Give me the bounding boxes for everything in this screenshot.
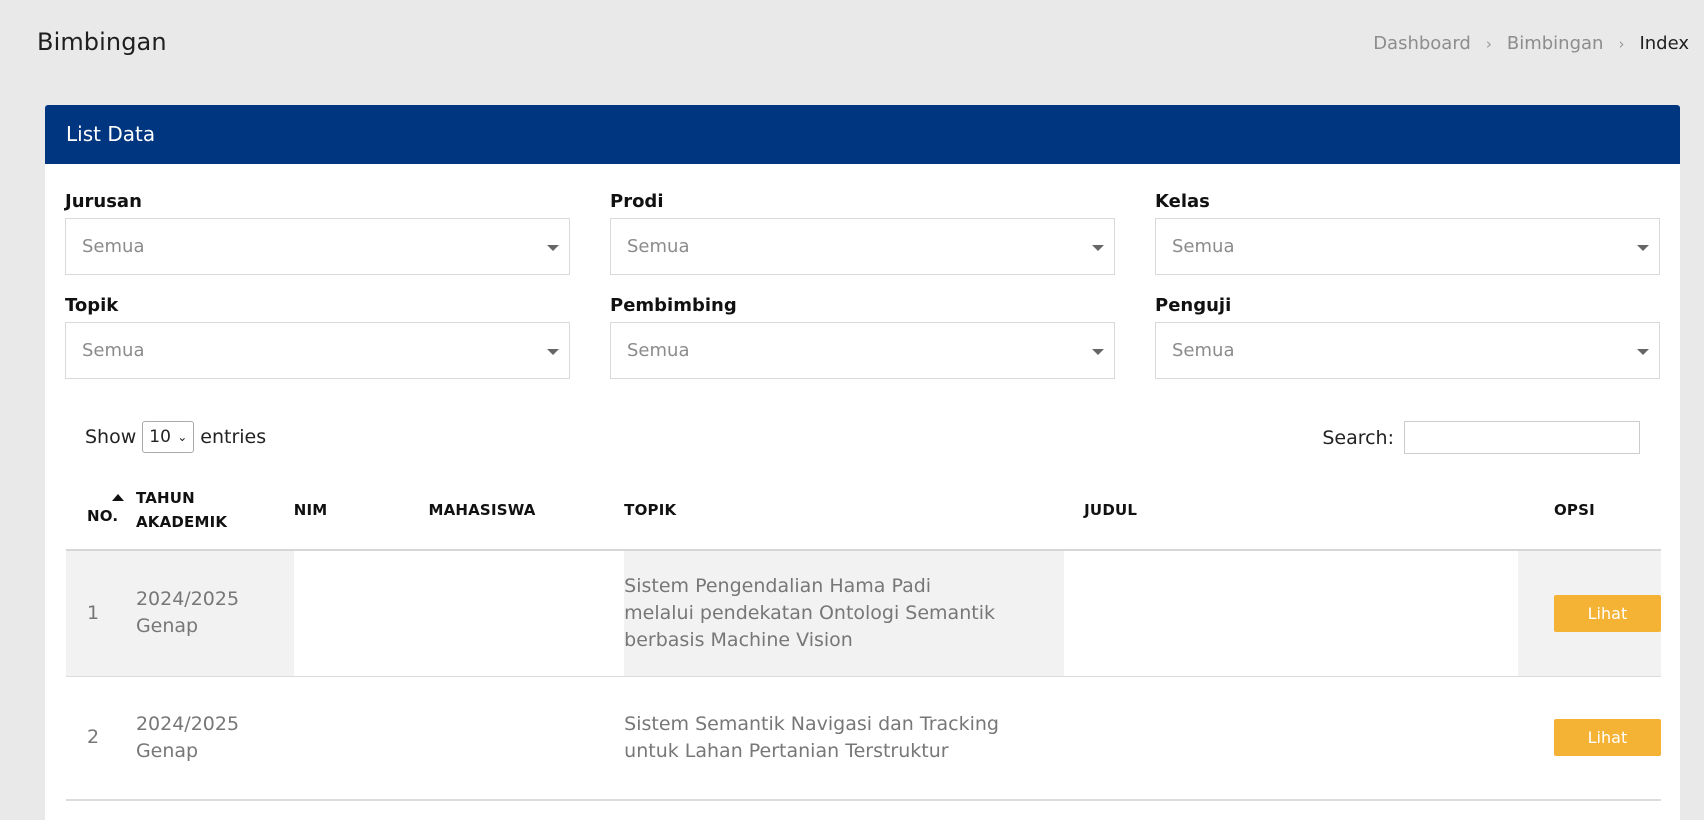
- entries-value: 10: [149, 427, 171, 447]
- list-data-card: List Data Jurusan Semua Prodi Semua Kela…: [45, 105, 1680, 820]
- filter-pembimbing: Pembimbing Semua: [610, 294, 1115, 379]
- table-row: 2 2024/2025 Genap Sistem Semantik Naviga…: [66, 676, 1661, 801]
- caret-down-icon: [547, 245, 559, 251]
- col-header-nim[interactable]: NIM: [293, 470, 429, 551]
- header-label: JUDUL: [1084, 500, 1138, 519]
- col-header-tahun-akademik[interactable]: TAHUN AKADEMIK: [135, 470, 294, 551]
- cell-no: 1: [66, 550, 136, 677]
- card-title: List Data: [45, 105, 1680, 164]
- cell-judul: [1064, 550, 1518, 677]
- page-title: Bimbingan: [37, 28, 167, 56]
- bimbingan-table: NO. TAHUN AKADEMIK NIM MAHASISWA TOPIK J…: [66, 470, 1661, 801]
- filter-jurusan: Jurusan Semua: [65, 190, 570, 275]
- filter-label: Kelas: [1155, 191, 1210, 212]
- chevron-right-icon: ›: [1485, 34, 1492, 53]
- cell-opsi: Lihat: [1517, 550, 1661, 677]
- caret-down-icon: [1092, 245, 1104, 251]
- lihat-button[interactable]: Lihat: [1553, 719, 1661, 757]
- filter-topik: Topik Semua: [65, 294, 570, 379]
- cell-nim: [293, 550, 429, 677]
- search-input[interactable]: [1404, 421, 1640, 454]
- table-row: 1 2024/2025 Genap Sistem Pengendalian Ha…: [66, 550, 1661, 677]
- header-label: NO.: [87, 507, 119, 525]
- entries-select[interactable]: 10 ⌄: [142, 421, 195, 453]
- col-header-mahasiswa[interactable]: MAHASISWA: [428, 470, 625, 551]
- col-header-opsi: OPSI: [1517, 470, 1661, 551]
- cell-topik-line: Sistem Semantik Navigasi dan Tracking: [624, 712, 999, 735]
- select-value: Semua: [82, 340, 145, 361]
- lihat-button[interactable]: Lihat: [1553, 594, 1661, 632]
- cell-no: 2: [66, 676, 136, 801]
- filter-label: Pembimbing: [610, 295, 737, 316]
- table-header-row: NO. TAHUN AKADEMIK NIM MAHASISWA TOPIK J…: [66, 470, 1661, 551]
- filter-label: Jurusan: [65, 191, 142, 212]
- entries-label: entries: [200, 426, 267, 448]
- cell-mahasiswa: [428, 550, 625, 677]
- table-search: Search:: [1322, 421, 1640, 454]
- prodi-select[interactable]: Semua: [610, 218, 1115, 275]
- caret-down-icon: [1637, 245, 1649, 251]
- chevron-down-icon: ⌄: [177, 430, 188, 444]
- cell-judul: [1064, 676, 1518, 801]
- cell-topik: Sistem Pengendalian Hama Padi melalui pe…: [624, 550, 1065, 677]
- header-label: OPSI: [1553, 500, 1595, 519]
- pembimbing-select[interactable]: Semua: [610, 322, 1115, 379]
- topik-select[interactable]: Semua: [65, 322, 570, 379]
- filter-prodi: Prodi Semua: [610, 190, 1115, 275]
- col-header-judul[interactable]: JUDUL: [1064, 470, 1518, 551]
- search-label: Search:: [1322, 426, 1394, 449]
- cell-topik-line: melalui pendekatan Ontologi Semantik: [624, 601, 995, 624]
- cell-tahun-akademik: 2024/2025 Genap: [135, 550, 294, 677]
- show-label: Show: [85, 426, 137, 448]
- select-value: Semua: [627, 340, 690, 361]
- cell-semester: Genap: [135, 615, 199, 638]
- filter-label: Topik: [65, 295, 119, 316]
- sort-asc-icon: [112, 494, 124, 501]
- cell-topik-line: berbasis Machine Vision: [624, 628, 853, 651]
- select-value: Semua: [82, 236, 145, 257]
- penguji-select[interactable]: Semua: [1155, 322, 1660, 379]
- header-label: TOPIK: [624, 500, 677, 519]
- col-header-topik[interactable]: TOPIK: [624, 470, 1065, 551]
- chevron-right-icon: ›: [1618, 34, 1625, 53]
- cell-topik-line: untuk Lahan Pertanian Terstruktur: [624, 739, 949, 762]
- col-header-no[interactable]: NO.: [66, 470, 136, 551]
- select-value: Semua: [1172, 236, 1235, 257]
- cell-tahun: 2024/2025: [135, 712, 240, 735]
- jurusan-select[interactable]: Semua: [65, 218, 570, 275]
- breadcrumb: Dashboard › Bimbingan › Index: [1373, 33, 1689, 54]
- filter-label: Prodi: [610, 191, 664, 212]
- header-label: AKADEMIK: [135, 512, 228, 531]
- filter-penguji: Penguji Semua: [1155, 294, 1660, 379]
- header-label: TAHUN: [135, 488, 195, 507]
- cell-tahun: 2024/2025: [135, 588, 240, 611]
- header-label: NIM: [293, 500, 328, 519]
- breadcrumb-bimbingan[interactable]: Bimbingan: [1507, 33, 1604, 54]
- select-value: Semua: [1172, 340, 1235, 361]
- caret-down-icon: [1637, 349, 1649, 355]
- cell-tahun-akademik: 2024/2025 Genap: [135, 676, 294, 801]
- cell-topik-line: Sistem Pengendalian Hama Padi: [624, 574, 932, 597]
- cell-topik: Sistem Semantik Navigasi dan Tracking un…: [624, 676, 1065, 801]
- filter-label: Penguji: [1155, 295, 1232, 316]
- select-value: Semua: [627, 236, 690, 257]
- kelas-select[interactable]: Semua: [1155, 218, 1660, 275]
- breadcrumb-dashboard[interactable]: Dashboard: [1373, 33, 1471, 54]
- header-label: MAHASISWA: [428, 500, 536, 519]
- filter-kelas: Kelas Semua: [1155, 190, 1660, 275]
- caret-down-icon: [1092, 349, 1104, 355]
- cell-mahasiswa: [428, 676, 625, 801]
- caret-down-icon: [547, 349, 559, 355]
- cell-opsi: Lihat: [1517, 676, 1661, 801]
- breadcrumb-current: Index: [1639, 33, 1689, 54]
- cell-semester: Genap: [135, 739, 199, 762]
- cell-nim: [293, 676, 429, 801]
- entries-length-control: Show 10 ⌄ entries: [85, 421, 266, 453]
